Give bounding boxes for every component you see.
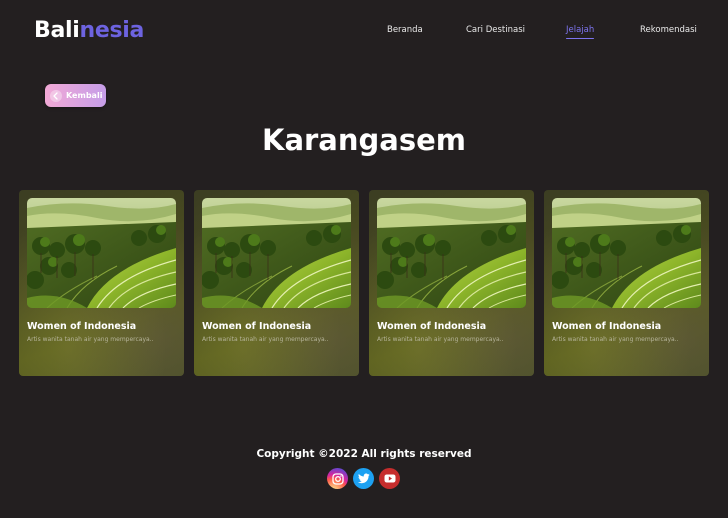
card-image — [552, 198, 701, 308]
card-image — [377, 198, 526, 308]
card-description: Artis wanita tanah air yang mempercaya.. — [552, 336, 679, 343]
card-title: Women of Indonesia — [377, 321, 487, 332]
card-image — [27, 198, 176, 308]
card-title: Women of Indonesia — [27, 321, 137, 332]
destination-card[interactable]: Women of Indonesia Artis wanita tanah ai… — [544, 190, 709, 376]
destination-card[interactable]: Women of Indonesia Artis wanita tanah ai… — [369, 190, 534, 376]
nav-item-rekomendasi[interactable]: Rekomendasi — [640, 25, 697, 35]
instagram-icon[interactable] — [327, 468, 348, 489]
back-button-label: Kembali — [66, 91, 103, 100]
nav-item-cari-destinasi[interactable]: Cari Destinasi — [466, 25, 525, 35]
destination-card[interactable]: Women of Indonesia Artis wanita tanah ai… — [19, 190, 184, 376]
card-image — [202, 198, 351, 308]
nav-item-beranda[interactable]: Beranda — [387, 25, 423, 35]
youtube-icon[interactable] — [379, 468, 400, 489]
arrow-left-icon — [50, 89, 62, 102]
card-title: Women of Indonesia — [552, 321, 662, 332]
copyright-text: Copyright ©2022 All rights reserved — [256, 448, 472, 460]
page-title: Karangasem — [261, 123, 467, 157]
back-button[interactable]: Kembali — [45, 84, 106, 107]
main-nav: Beranda Cari Destinasi Jelajah Rekomenda… — [0, 25, 728, 45]
card-description: Artis wanita tanah air yang mempercaya.. — [27, 336, 154, 343]
card-description: Artis wanita tanah air yang mempercaya.. — [202, 336, 329, 343]
card-title: Women of Indonesia — [202, 321, 312, 332]
destination-card[interactable]: Women of Indonesia Artis wanita tanah ai… — [194, 190, 359, 376]
nav-item-jelajah[interactable]: Jelajah — [566, 25, 595, 39]
card-description: Artis wanita tanah air yang mempercaya.. — [377, 336, 504, 343]
twitter-icon[interactable] — [353, 468, 374, 489]
